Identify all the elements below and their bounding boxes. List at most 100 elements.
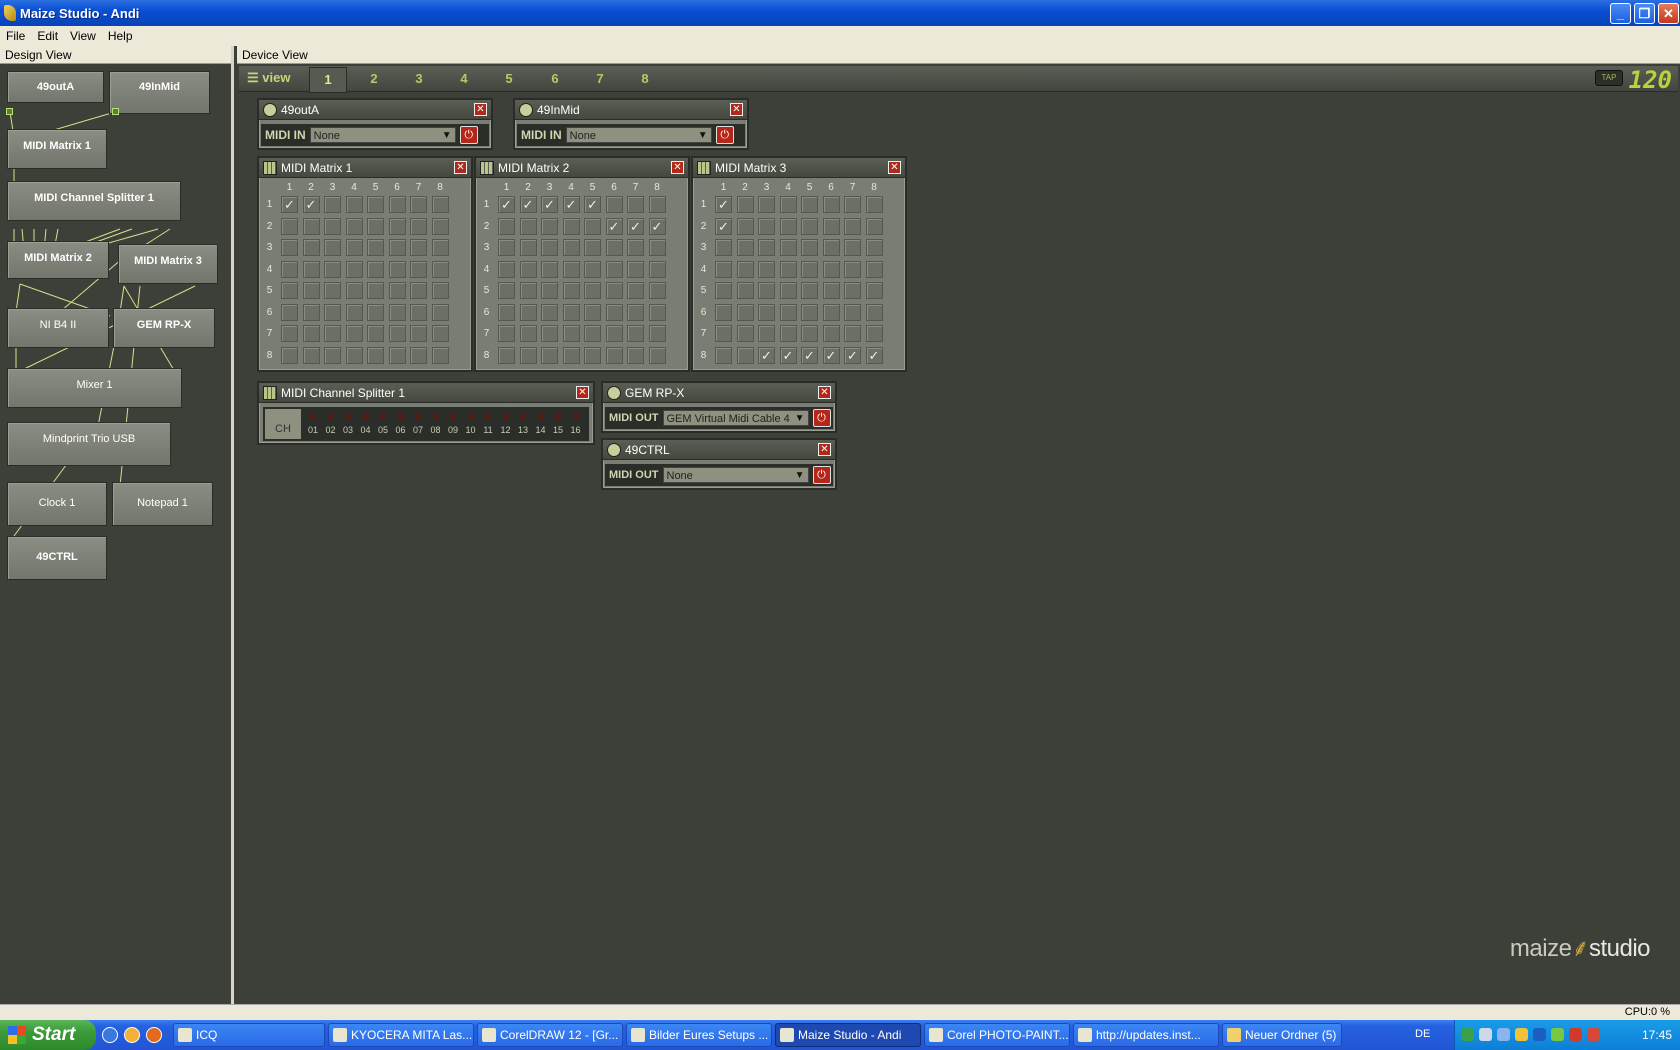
matrix-cell-checked[interactable]: ✓ (605, 217, 623, 235)
matrix-cell[interactable] (758, 282, 775, 299)
matrix-cell[interactable] (281, 260, 298, 278)
matrix-cell[interactable] (779, 282, 797, 299)
midi-out-select[interactable]: None ▼ (662, 467, 809, 483)
matrix-cell[interactable] (388, 196, 406, 213)
matrix-cell[interactable] (715, 282, 732, 299)
matrix-cell[interactable] (519, 282, 537, 299)
matrix-cell[interactable] (865, 196, 883, 213)
matrix-cell[interactable] (431, 239, 449, 256)
matrix-cell[interactable] (410, 282, 427, 299)
matrix-cell[interactable] (410, 325, 427, 342)
matrix-cell[interactable] (519, 239, 537, 256)
matrix-cell[interactable] (541, 346, 558, 364)
matrix-cell[interactable] (541, 325, 558, 342)
matrix-cell[interactable] (758, 303, 775, 321)
close-icon[interactable]: ✕ (576, 386, 589, 399)
matrix-cell[interactable] (584, 217, 601, 235)
minimize-button[interactable]: _ (1610, 3, 1631, 24)
matrix-cell[interactable] (648, 303, 666, 321)
matrix-cell[interactable] (822, 282, 840, 299)
restore-button[interactable]: ❐ (1634, 3, 1655, 24)
matrix-cell[interactable] (779, 217, 797, 235)
matrix-cell[interactable] (844, 196, 861, 213)
close-icon[interactable]: ✕ (474, 103, 487, 116)
matrix-cell[interactable] (302, 260, 320, 278)
matrix-cell[interactable] (801, 196, 818, 213)
task-photo-paint[interactable]: Corel PHOTO-PAINT... (924, 1023, 1070, 1047)
node-mixer-1[interactable]: Mixer 1 (7, 368, 182, 408)
matrix-cell[interactable] (801, 260, 818, 278)
matrix-cell[interactable] (584, 239, 601, 256)
matrix-cell[interactable] (715, 239, 732, 256)
matrix-cell[interactable] (605, 239, 623, 256)
matrix-cell[interactable] (324, 196, 341, 213)
matrix-cell[interactable] (302, 303, 320, 321)
matrix-cell[interactable] (736, 217, 754, 235)
channel-led[interactable] (397, 413, 404, 419)
matrix-cell[interactable] (865, 217, 883, 235)
menu-file[interactable]: File (0, 29, 31, 43)
matrix-cell[interactable] (345, 196, 363, 213)
matrix-cell[interactable] (801, 239, 818, 256)
power-button[interactable]: ⏻ (812, 409, 831, 427)
close-icon[interactable]: ✕ (730, 103, 743, 116)
matrix-cell-checked[interactable]: ✓ (715, 196, 732, 213)
matrix-cell[interactable] (498, 217, 515, 235)
matrix-cell[interactable] (562, 217, 580, 235)
channel-led[interactable] (555, 413, 561, 419)
matrix-cell[interactable] (779, 260, 797, 278)
matrix-cell[interactable] (648, 260, 666, 278)
matrix-cell[interactable] (648, 346, 666, 364)
matrix-cell[interactable] (822, 303, 840, 321)
matrix-cell[interactable] (627, 346, 644, 364)
node-49outA[interactable]: 49outA (7, 71, 104, 103)
matrix-cell[interactable] (822, 239, 840, 256)
matrix-cell[interactable] (388, 303, 406, 321)
matrix-cell[interactable] (345, 282, 363, 299)
matrix-cell[interactable] (388, 346, 406, 364)
matrix-cell[interactable] (562, 239, 580, 256)
node-port[interactable] (6, 108, 13, 115)
matrix-cell[interactable] (367, 282, 384, 299)
matrix-cell[interactable] (562, 346, 580, 364)
tab-8[interactable]: 8 (626, 71, 664, 86)
matrix-cell[interactable] (345, 346, 363, 364)
matrix-cell[interactable] (715, 346, 732, 364)
matrix-cell[interactable] (779, 239, 797, 256)
matrix-cell[interactable] (345, 303, 363, 321)
matrix-cell[interactable] (648, 325, 666, 342)
matrix-cell[interactable] (736, 303, 754, 321)
matrix-cell[interactable] (605, 260, 623, 278)
matrix-cell[interactable] (388, 217, 406, 235)
matrix-cell[interactable] (410, 260, 427, 278)
matrix-cell-checked[interactable]: ✓ (562, 196, 580, 213)
power-button[interactable]: ⏻ (459, 126, 478, 144)
matrix-cell[interactable] (822, 325, 840, 342)
matrix-cell[interactable] (865, 260, 883, 278)
tray-icq-icon[interactable] (1551, 1028, 1564, 1041)
power-button[interactable]: ⏻ (715, 126, 734, 144)
device-header[interactable]: 49outA ✕ (259, 100, 491, 120)
matrix-cell[interactable] (562, 282, 580, 299)
matrix-cell[interactable] (498, 303, 515, 321)
channel-led[interactable] (572, 413, 579, 419)
node-mindprint-trio-usb[interactable]: Mindprint Trio USB (7, 422, 171, 466)
close-icon[interactable]: ✕ (818, 443, 831, 456)
matrix-cell[interactable] (541, 260, 558, 278)
node-49InMid[interactable]: 49InMid (109, 71, 210, 114)
matrix-cell[interactable] (281, 217, 298, 235)
node-clock-1[interactable]: Clock 1 (7, 482, 107, 526)
matrix-cell-checked[interactable]: ✓ (541, 196, 558, 213)
channel-led[interactable] (485, 413, 491, 419)
matrix-cell[interactable] (801, 325, 818, 342)
tray-bluetooth-icon[interactable] (1533, 1028, 1546, 1041)
matrix-cell[interactable] (367, 196, 384, 213)
matrix-cell[interactable] (541, 217, 558, 235)
task-icq[interactable]: ICQ (173, 1023, 325, 1047)
matrix-cell[interactable] (431, 217, 449, 235)
matrix-cell[interactable] (627, 260, 644, 278)
matrix-cell[interactable] (498, 282, 515, 299)
matrix-cell[interactable] (844, 325, 861, 342)
matrix-cell[interactable] (367, 346, 384, 364)
matrix-cell[interactable] (519, 217, 537, 235)
